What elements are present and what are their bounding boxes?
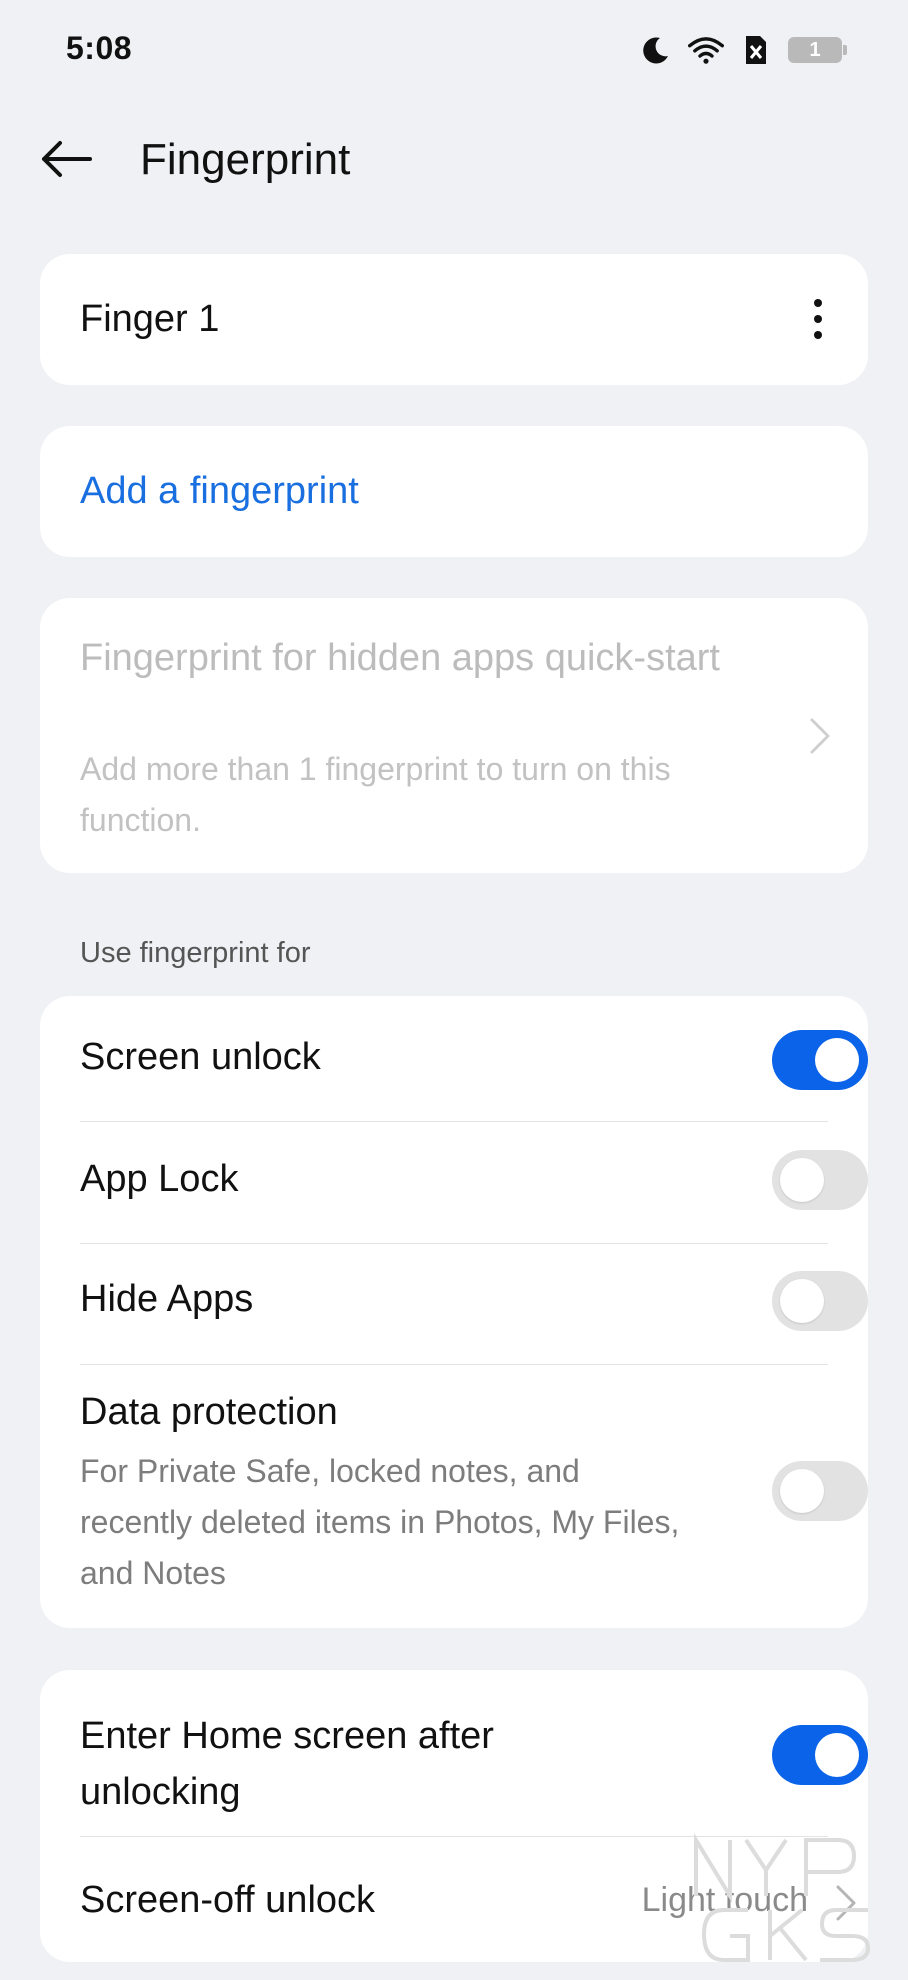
setting-row-screen-unlock[interactable]: Screen unlock [80, 996, 868, 1117]
battery-icon: 1 [788, 37, 847, 63]
page-title: Fingerprint [140, 135, 351, 184]
setting-row-enter-home-screen[interactable]: Enter Home screen after unlocking [80, 1670, 868, 1835]
screen-unlock-toggle[interactable] [772, 1030, 868, 1090]
moon-icon [638, 32, 674, 68]
fingerprint-item-finger-1[interactable]: Finger 1 [40, 254, 868, 385]
status-icons: 1 [638, 30, 847, 70]
add-fingerprint-button[interactable]: Add a fingerprint [40, 426, 868, 557]
section-label-use-fingerprint: Use fingerprint for [80, 937, 311, 969]
app-header: Fingerprint [0, 120, 908, 200]
setting-label: Hide Apps [80, 1278, 254, 1320]
setting-label: Enter Home screen after unlocking [80, 1715, 494, 1813]
wifi-icon [688, 32, 724, 68]
use-fingerprint-card: Screen unlock App Lock Hide Apps Data pr… [40, 996, 868, 1628]
chevron-right-icon [810, 718, 830, 754]
back-button[interactable] [38, 134, 98, 184]
hide-apps-toggle[interactable] [772, 1271, 868, 1331]
watermark-logo [694, 1832, 871, 1962]
add-fingerprint-label: Add a fingerprint [80, 470, 359, 512]
app-lock-toggle[interactable] [772, 1150, 868, 1210]
sim-none-icon [738, 32, 774, 68]
enter-home-screen-toggle[interactable] [772, 1725, 868, 1785]
setting-label: App Lock [80, 1158, 239, 1200]
status-time: 5:08 [66, 30, 133, 66]
hidden-apps-quick-start-item[interactable]: Fingerprint for hidden apps quick-start … [40, 598, 868, 873]
hidden-apps-subtitle: Add more than 1 fingerprint to turn on t… [80, 751, 671, 838]
arrow-left-icon [42, 141, 92, 177]
more-options-icon[interactable] [808, 296, 828, 342]
hidden-apps-title: Fingerprint for hidden apps quick-start [80, 637, 720, 679]
data-protection-subtitle: For Private Safe, locked notes, and rece… [80, 1453, 680, 1591]
setting-label: Screen unlock [80, 1036, 321, 1078]
status-bar: 5:08 1 [0, 0, 908, 100]
data-protection-toggle[interactable] [772, 1461, 868, 1521]
setting-label: Data protection [80, 1391, 338, 1433]
setting-label: Screen-off unlock [80, 1879, 376, 1921]
setting-row-app-lock[interactable]: App Lock [80, 1122, 868, 1243]
setting-row-hide-apps[interactable]: Hide Apps [80, 1244, 868, 1365]
fingerprint-label: Finger 1 [80, 298, 220, 340]
